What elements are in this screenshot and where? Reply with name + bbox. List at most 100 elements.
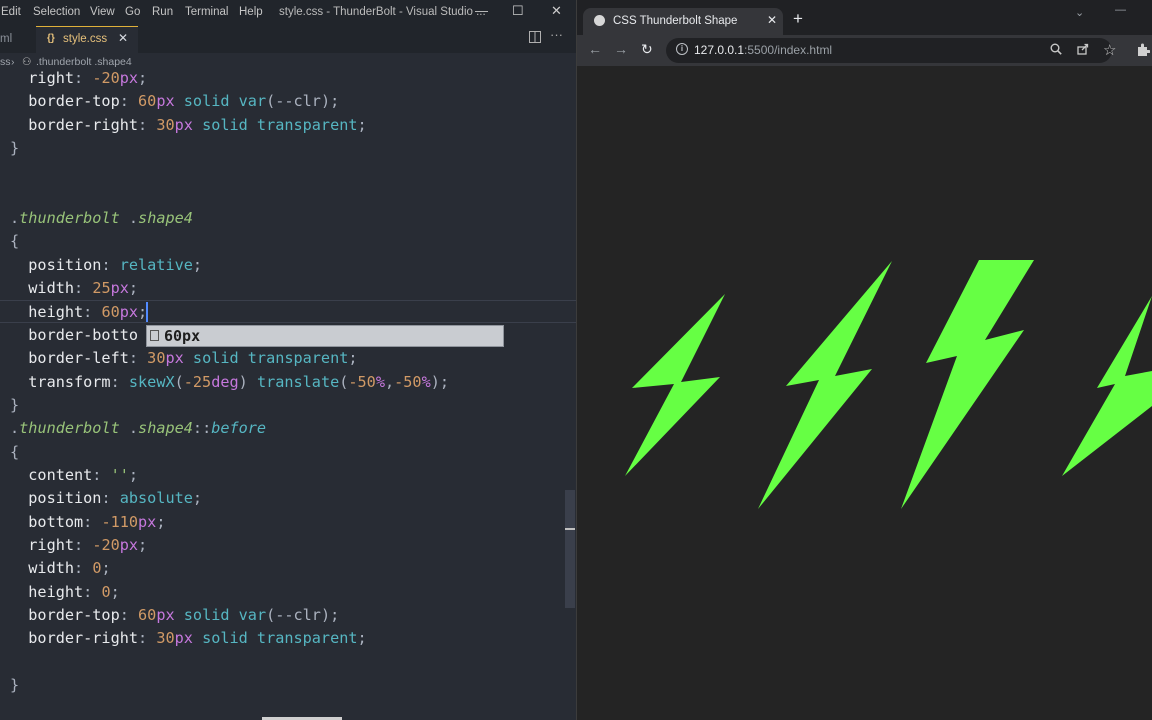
code-token: ,	[384, 372, 395, 391]
code-token: relative	[119, 255, 193, 274]
thunderbolt-shape	[758, 261, 892, 509]
scrollbar-cursor-marker	[565, 528, 575, 530]
thunderbolt-shape	[1062, 296, 1152, 476]
more-actions-icon[interactable]: ···	[550, 27, 563, 42]
code-token: {	[10, 232, 20, 251]
code-token: width	[10, 279, 75, 298]
code-line: border-right: 30px solid transparent;	[10, 627, 366, 650]
code-token: px	[119, 302, 139, 321]
code-token: width	[10, 559, 75, 578]
new-tab-button[interactable]: +	[793, 9, 803, 29]
autocomplete-suggestion[interactable]: 60px	[146, 325, 504, 347]
code-token: ''	[110, 465, 129, 484]
code-token: %	[375, 372, 385, 391]
code-token: 0	[101, 582, 111, 601]
code-token: (--clr);	[266, 606, 340, 625]
code-token: px	[156, 92, 175, 111]
code-line: bottom: -110px;	[10, 511, 165, 534]
menu-help[interactable]: Help	[239, 6, 263, 18]
editor-scrollbar[interactable]	[565, 490, 575, 608]
window-title: style.css - ThunderBolt - Visual Studio …	[279, 6, 486, 18]
reload-button[interactable]: ↻	[641, 41, 653, 58]
code-token: ;	[192, 489, 203, 508]
code-token: ;	[110, 582, 120, 601]
globe-icon	[594, 15, 605, 26]
code-line: .thunderbolt .shape4	[10, 207, 193, 230]
extensions-icon[interactable]	[1137, 43, 1151, 59]
code-line: {	[10, 441, 19, 464]
address-bar[interactable]: i 127.0.0.1:5500/index.html	[666, 38, 1112, 63]
code-token: -20	[92, 69, 120, 87]
code-token: position	[10, 255, 102, 274]
tab-search-icon[interactable]: ⌄	[1075, 6, 1084, 19]
code-line: transform: skewX(-25deg) translate(-50%,…	[10, 371, 449, 394]
code-token: border-top	[10, 606, 120, 625]
browser-tab[interactable]: CSS Thunderbolt Shape ✕	[583, 8, 783, 35]
code-token: {	[10, 442, 20, 461]
code-token: 30	[156, 115, 175, 134]
code-token: 60	[138, 92, 157, 111]
code-token: ;	[128, 279, 139, 298]
code-token: (	[174, 372, 184, 391]
code-token: deg	[211, 372, 239, 391]
code-token: -25	[183, 372, 212, 391]
forward-button[interactable]: →	[614, 41, 628, 57]
browser-minimize-button[interactable]: —	[1115, 4, 1126, 16]
code-token: ::	[192, 419, 212, 438]
code-line: border-top: 60px solid var(--clr);	[10, 90, 339, 113]
code-token: ;	[101, 559, 111, 578]
code-token: bottom	[10, 512, 84, 531]
tab-close-icon[interactable]: ✕	[118, 31, 128, 45]
code-token: ;	[128, 465, 139, 484]
back-button[interactable]: ←	[588, 41, 602, 57]
code-token: :	[101, 255, 120, 274]
code-line: border-left: 30px solid transparent;	[10, 347, 357, 370]
code-line: height: 0;	[10, 581, 120, 604]
code-token: solid	[183, 606, 230, 625]
code-token: ;	[138, 536, 148, 554]
menu-go[interactable]: Go	[125, 6, 140, 18]
code-token: )	[238, 372, 257, 391]
code-editor[interactable]: right: -20 px; border-top: 60px solid var…	[0, 69, 576, 720]
code-line: border-botto	[10, 324, 138, 347]
url-text: 127.0.0.1:5500/index.html	[694, 43, 833, 57]
split-editor-icon[interactable]	[529, 31, 541, 46]
code-token: border-top	[10, 92, 120, 111]
code-token: -110	[101, 512, 139, 531]
code-token: :	[92, 465, 111, 484]
code-line: border-top: 60px solid var(--clr);	[10, 604, 339, 627]
code-token: transform	[10, 372, 111, 391]
tab-index-html[interactable]: ml	[0, 26, 12, 53]
code-token: border-left	[10, 349, 129, 368]
share-icon[interactable]	[1077, 43, 1089, 58]
code-token: .	[10, 209, 20, 228]
code-token: 30	[147, 349, 166, 368]
close-window-button[interactable]: ✕	[551, 3, 562, 19]
editor-tabbar: ml {} style.css ✕ ···	[0, 26, 576, 53]
code-line: }	[10, 137, 19, 160]
menu-run[interactable]: Run	[152, 6, 173, 18]
minimize-button[interactable]: —	[475, 3, 488, 18]
bookmark-star-icon[interactable]: ☆	[1103, 41, 1116, 59]
menu-edit[interactable]: Edit	[1, 6, 21, 18]
zoom-icon[interactable]	[1050, 43, 1062, 58]
code-token: content	[10, 465, 93, 484]
code-token: :	[74, 279, 93, 298]
browser-tab-close-icon[interactable]: ✕	[767, 13, 777, 27]
menu-terminal[interactable]: Terminal	[185, 6, 228, 18]
code-token: right	[10, 536, 75, 554]
code-token: :	[138, 115, 157, 134]
code-token: px	[110, 279, 129, 298]
tab-style-css[interactable]: {} style.css ✕	[36, 26, 138, 53]
breadcrumb-folder[interactable]: ss	[0, 56, 11, 68]
menu-selection[interactable]: Selection	[33, 6, 80, 18]
maximize-button[interactable]: ☐	[512, 3, 524, 19]
code-token: 30	[156, 629, 175, 648]
vscode-window: Edit Selection View Go Run Terminal Help…	[0, 0, 576, 720]
code-token: right	[10, 69, 75, 87]
menu-view[interactable]: View	[90, 6, 115, 18]
site-info-icon[interactable]: i	[676, 43, 688, 55]
